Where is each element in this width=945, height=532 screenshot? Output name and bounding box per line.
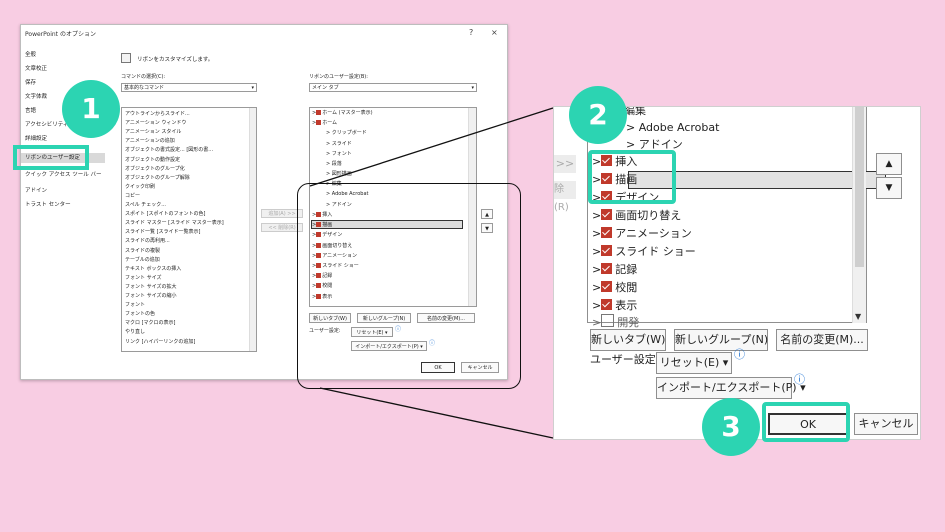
move-up-button[interactable]: ▲ [876, 153, 902, 175]
checkbox-icon[interactable] [601, 281, 613, 292]
step-badge-2: 2 [569, 86, 627, 144]
record-label: 記録 [615, 263, 638, 276]
developer-label: 開発 [617, 316, 640, 329]
highlight-draw-tab [588, 150, 676, 204]
tab-item-transitions[interactable]: > 画面切り替え [592, 208, 681, 224]
remove-button-partial[interactable]: 除(R) [554, 181, 576, 213]
view-label: 表示 [615, 299, 638, 312]
info-icon: ⓘ [794, 373, 805, 386]
transitions-label: 画面切り替え [615, 209, 682, 222]
highlight-ok-button [762, 402, 850, 442]
checkbox-icon[interactable] [601, 299, 613, 310]
step-badge-3: 3 [702, 398, 760, 456]
review-label: 校閲 [615, 281, 638, 294]
tab-item-review[interactable]: > 校閲 [592, 280, 637, 296]
checkbox-icon[interactable] [601, 227, 613, 238]
animations-label: アニメーション [615, 227, 692, 240]
info-icon: ⓘ [734, 348, 745, 361]
scroll-down-icon[interactable]: ▼ [855, 312, 861, 321]
user-settings-label: ユーザー設定: [590, 353, 660, 366]
new-tab-button[interactable]: 新しいタブ(W) [590, 329, 666, 351]
acrobat-label: Adobe Acrobat [638, 121, 720, 134]
slideshow-label: スライド ショー [615, 245, 696, 258]
import-export-button[interactable]: インポート/エクスポート(P) ▾ [656, 377, 806, 399]
rename-button[interactable]: 名前の変更(M)... [776, 329, 868, 351]
tab-item-slideshow[interactable]: > スライド ショー [592, 244, 696, 260]
reset-button[interactable]: リセット(E) ▾ [656, 352, 732, 374]
checkbox-icon[interactable] [601, 263, 613, 274]
step-badge-1: 1 [62, 80, 120, 138]
zoom-scrollbar[interactable]: ▼ [852, 107, 866, 323]
tab-item-view[interactable]: > 表示 [592, 298, 637, 314]
checkbox-icon[interactable] [601, 209, 613, 220]
new-group-button[interactable]: 新しいグループ(N) [674, 329, 768, 351]
tab-item-record[interactable]: > 記録 [592, 262, 637, 278]
tab-item-animations[interactable]: > アニメーション [592, 226, 692, 242]
add-button-partial[interactable]: >> [554, 155, 576, 173]
zoom-tabs-list[interactable]: 編集 > Adobe Acrobat > アドイン > 挿入 > 描画 > デザイン … [587, 107, 886, 329]
cancel-button[interactable]: キャンセル [854, 413, 918, 435]
move-down-button[interactable]: ▼ [876, 177, 902, 199]
tab-item-edit[interactable]: 編集 [624, 107, 646, 119]
highlight-nav-customize [13, 145, 89, 170]
scroll-thumb[interactable] [855, 107, 864, 267]
tab-item-acrobat[interactable]: > Adobe Acrobat [626, 120, 719, 136]
checkbox-icon[interactable] [601, 245, 613, 256]
